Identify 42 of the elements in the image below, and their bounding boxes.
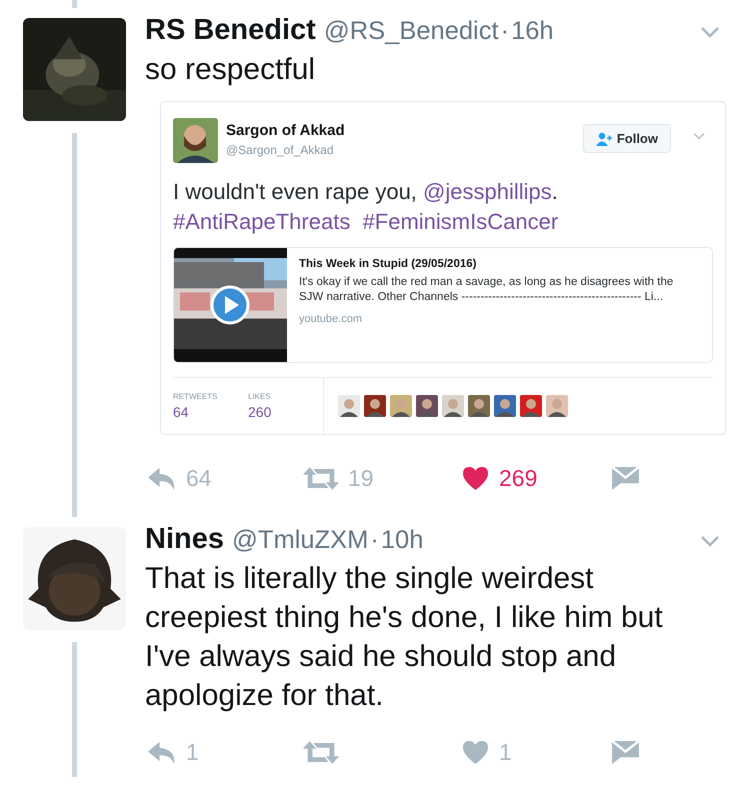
stat-label: LIKES — [248, 392, 272, 401]
hashtag-link[interactable]: @jessphillips — [423, 179, 552, 204]
card-description: It's okay if we call the red man a savage, as long as he disagrees with the SJW narrative. Other Channels ----------------------------------------------- Li... — [299, 275, 674, 305]
retweet-icon[interactable] — [302, 466, 340, 490]
card-domain: youtube.com — [299, 313, 363, 325]
action-count: 64 — [186, 464, 212, 492]
stat-value[interactable]: 260 — [248, 404, 323, 420]
heart-icon[interactable] — [460, 466, 491, 490]
action-count: 1 — [499, 738, 512, 766]
tweet-time[interactable]: 10h — [380, 526, 424, 555]
chevron-icon[interactable] — [700, 26, 720, 38]
action-count: 269 — [499, 464, 538, 492]
user-name[interactable]: RS Benedict — [145, 14, 316, 47]
tweet-time[interactable]: 16h — [511, 17, 554, 46]
link-card[interactable] — [173, 247, 713, 363]
retweet-icon[interactable] — [302, 740, 340, 764]
user-handle[interactable]: @RS_Benedict — [324, 17, 499, 46]
action-count: 1 — [186, 738, 199, 766]
chevron-icon[interactable] — [700, 535, 720, 547]
add-person-icon — [596, 132, 612, 146]
follow-button[interactable]: Follow — [582, 124, 671, 153]
action-count: 19 — [348, 464, 374, 492]
hashtag-link[interactable]: #FeminismIsCancer — [362, 209, 558, 234]
message-icon[interactable] — [610, 466, 641, 490]
hashtag-link[interactable]: #AntiRapeThreats — [173, 209, 350, 234]
message-icon[interactable] — [610, 740, 641, 764]
user-handle[interactable]: @TmluZXM — [232, 526, 368, 555]
stat-label: RETWEETS — [173, 392, 218, 401]
user-name[interactable]: Sargon of Akkad — [226, 122, 345, 139]
separator-dot: · — [500, 17, 510, 46]
tweet-text: That is literally the single weirdest creepiest thing he's done, I like him but I've always said he should stop and apologize for that. — [145, 561, 664, 714]
card-title: This Week in Stupid (29/05/2016) — [299, 258, 478, 270]
avatar-icon — [23, 527, 126, 630]
stat-value[interactable]: 64 — [173, 404, 248, 420]
separator-dot: · — [370, 526, 379, 555]
chevron-icon[interactable] — [693, 132, 705, 140]
heart-icon[interactable] — [460, 740, 491, 764]
user-name[interactable]: Nines — [145, 523, 224, 556]
embedded-tweet[interactable] — [160, 101, 726, 435]
tweet-text: I wouldn't even rape you, @jessphillips. #AntiRapeThreats #FeminismIsCancer — [173, 178, 560, 236]
tweet-text: so respectful — [145, 52, 316, 88]
person-icon — [173, 118, 218, 163]
